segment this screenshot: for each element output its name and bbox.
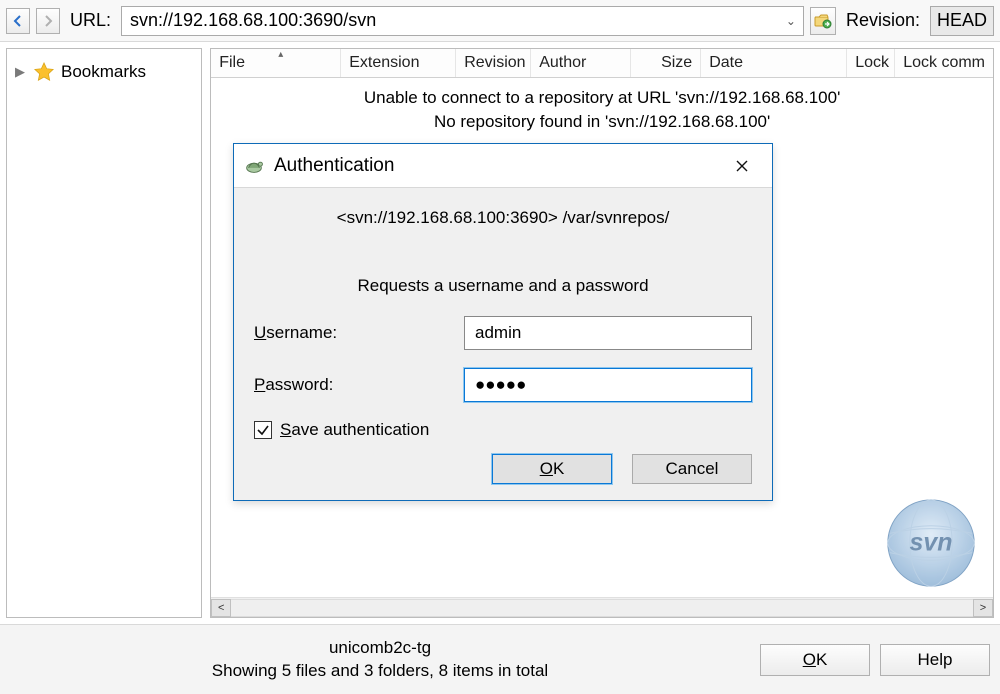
- save-auth-checkbox[interactable]: [254, 421, 272, 439]
- dialog-button-row: OK Cancel: [234, 452, 772, 500]
- svn-logo: svn: [883, 495, 979, 591]
- url-combo[interactable]: ⌄: [121, 6, 804, 36]
- scroll-left-icon[interactable]: <: [211, 599, 231, 617]
- help-button[interactable]: Help: [880, 644, 990, 676]
- column-file[interactable]: File ▴: [211, 49, 341, 77]
- ok-button[interactable]: OK: [760, 644, 870, 676]
- nav-forward-button[interactable]: [36, 8, 60, 34]
- status-text: unicomb2c-tg Showing 5 files and 3 folde…: [10, 637, 750, 683]
- username-input[interactable]: [464, 316, 752, 350]
- tortoise-icon: [242, 154, 266, 178]
- status-bar: unicomb2c-tg Showing 5 files and 3 folde…: [0, 624, 1000, 694]
- arrow-left-icon: [11, 14, 25, 28]
- scroll-right-icon[interactable]: >: [973, 599, 993, 617]
- dialog-title: Authentication: [274, 155, 720, 177]
- url-input[interactable]: [121, 6, 804, 36]
- toolbar: URL: ⌄ Revision: HEAD: [0, 0, 1000, 42]
- password-row: Password:: [254, 368, 752, 402]
- revision-label: Revision:: [846, 10, 920, 31]
- dialog-cancel-button[interactable]: Cancel: [632, 454, 752, 484]
- go-button[interactable]: [810, 7, 836, 35]
- dialog-ok-button[interactable]: OK: [492, 454, 612, 484]
- sort-asc-icon: ▴: [278, 49, 283, 60]
- dialog-titlebar[interactable]: Authentication: [234, 144, 772, 188]
- chevron-right-icon[interactable]: ▶: [15, 64, 27, 80]
- dialog-prompt: Requests a username and a password: [254, 276, 752, 296]
- column-date[interactable]: Date: [701, 49, 847, 77]
- error-message-line1: Unable to connect to a repository at URL…: [211, 78, 993, 112]
- revision-head-button[interactable]: HEAD: [930, 6, 994, 36]
- svg-text:svn: svn: [910, 529, 953, 557]
- status-hostname: unicomb2c-tg: [10, 637, 750, 660]
- bookmarks-label: Bookmarks: [61, 62, 146, 82]
- column-revision[interactable]: Revision: [456, 49, 531, 77]
- scrollbar-track[interactable]: [231, 599, 973, 617]
- column-extension[interactable]: Extension: [341, 49, 456, 77]
- dialog-repo-line: <svn://192.168.68.100:3690> /var/svnrepo…: [254, 208, 752, 228]
- save-auth-label: Save authentication: [280, 420, 429, 440]
- close-icon: [735, 159, 749, 173]
- username-label: Username:: [254, 323, 464, 343]
- password-label: Password:: [254, 375, 464, 395]
- star-icon: [33, 61, 55, 83]
- authentication-dialog: Authentication <svn://192.168.68.100:369…: [233, 143, 773, 501]
- check-icon: [256, 423, 270, 437]
- url-label: URL:: [70, 10, 111, 31]
- bookmarks-tree-item[interactable]: ▶ Bookmarks: [15, 61, 193, 83]
- column-lock-comment[interactable]: Lock comm: [895, 49, 993, 77]
- sidebar: ▶ Bookmarks: [6, 48, 202, 618]
- column-headers: File ▴ Extension Revision Author Size Da…: [211, 49, 993, 78]
- password-input[interactable]: [464, 368, 752, 402]
- close-button[interactable]: [720, 149, 764, 183]
- dialog-body: <svn://192.168.68.100:3690> /var/svnrepo…: [234, 188, 772, 452]
- error-message-line2: No repository found in 'svn://192.168.68…: [211, 112, 993, 136]
- column-author[interactable]: Author: [531, 49, 631, 77]
- horizontal-scrollbar[interactable]: < >: [211, 597, 993, 617]
- arrow-right-icon: [41, 14, 55, 28]
- nav-back-button[interactable]: [6, 8, 30, 34]
- column-lock[interactable]: Lock: [847, 49, 895, 77]
- status-summary: Showing 5 files and 3 folders, 8 items i…: [10, 660, 750, 683]
- folder-go-icon: [814, 12, 832, 30]
- save-auth-row[interactable]: Save authentication: [254, 420, 752, 440]
- username-row: Username:: [254, 316, 752, 350]
- column-size[interactable]: Size: [631, 49, 701, 77]
